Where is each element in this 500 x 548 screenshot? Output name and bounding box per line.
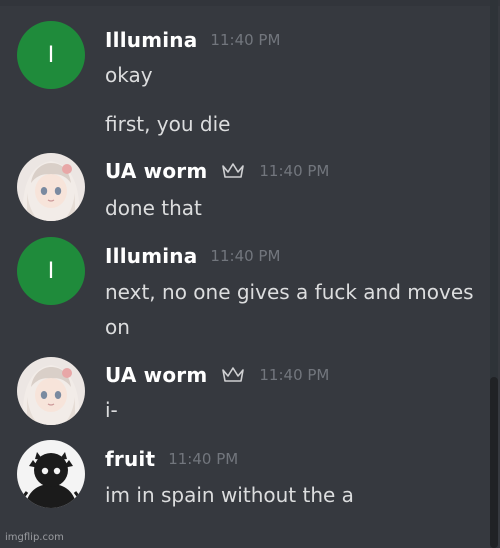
timestamp[interactable]: 11:40 PM bbox=[210, 247, 280, 265]
timestamp[interactable]: 11:40 PM bbox=[259, 366, 329, 384]
message-header: fruit 11:40 PM bbox=[105, 445, 238, 473]
avatar-letter: I bbox=[47, 42, 55, 68]
avatar-letter: I bbox=[47, 258, 55, 284]
crown-icon bbox=[222, 163, 245, 178]
username[interactable]: Illumina bbox=[105, 244, 197, 268]
message-text: first, you die bbox=[105, 112, 231, 136]
avatar[interactable] bbox=[17, 440, 85, 508]
crown-icon bbox=[222, 367, 245, 382]
timestamp[interactable]: 11:40 PM bbox=[168, 450, 238, 468]
avatar[interactable]: I bbox=[17, 21, 85, 89]
top-edge bbox=[0, 0, 500, 6]
avatar[interactable]: I bbox=[17, 237, 85, 305]
timestamp[interactable]: 11:40 PM bbox=[210, 31, 280, 49]
username[interactable]: Illumina bbox=[105, 28, 197, 52]
message-header: UA worm 11:40 PM bbox=[105, 361, 329, 389]
username[interactable]: fruit bbox=[105, 447, 155, 471]
watermark: imgflip.com bbox=[5, 532, 64, 543]
message-header: UA worm 11:40 PM bbox=[105, 157, 329, 185]
message-text: done that bbox=[105, 196, 202, 220]
username[interactable]: UA worm bbox=[105, 159, 207, 183]
avatar[interactable] bbox=[17, 357, 85, 425]
avatar[interactable] bbox=[17, 153, 85, 221]
timestamp[interactable]: 11:40 PM bbox=[259, 162, 329, 180]
message-text: im in spain without the a bbox=[105, 483, 354, 507]
scrollbar-thumb[interactable] bbox=[490, 377, 498, 548]
message-header: Illumina 11:40 PM bbox=[105, 26, 280, 54]
message-text: okay bbox=[105, 63, 153, 87]
message-header: Illumina 11:40 PM bbox=[105, 242, 280, 270]
message-text: i- bbox=[105, 398, 118, 422]
message-text: next, no one gives a fuck and moves bbox=[105, 280, 474, 304]
username[interactable]: UA worm bbox=[105, 363, 207, 387]
message-text: on bbox=[105, 315, 130, 339]
